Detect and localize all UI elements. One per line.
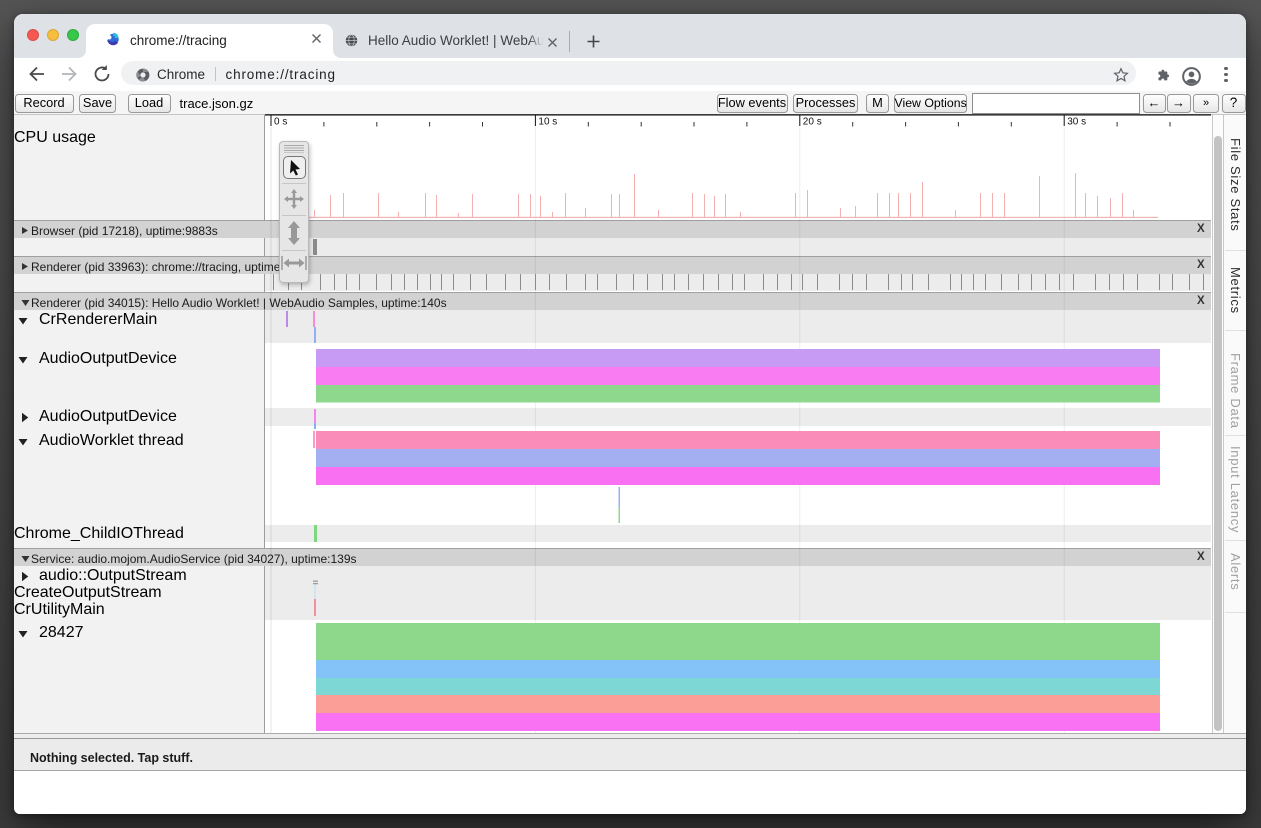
svg-text:20 s: 20 s	[803, 117, 822, 128]
svg-text:0 s: 0 s	[274, 117, 287, 128]
svg-text:10 s: 10 s	[538, 117, 557, 128]
svg-text:30 s: 30 s	[1067, 117, 1086, 128]
